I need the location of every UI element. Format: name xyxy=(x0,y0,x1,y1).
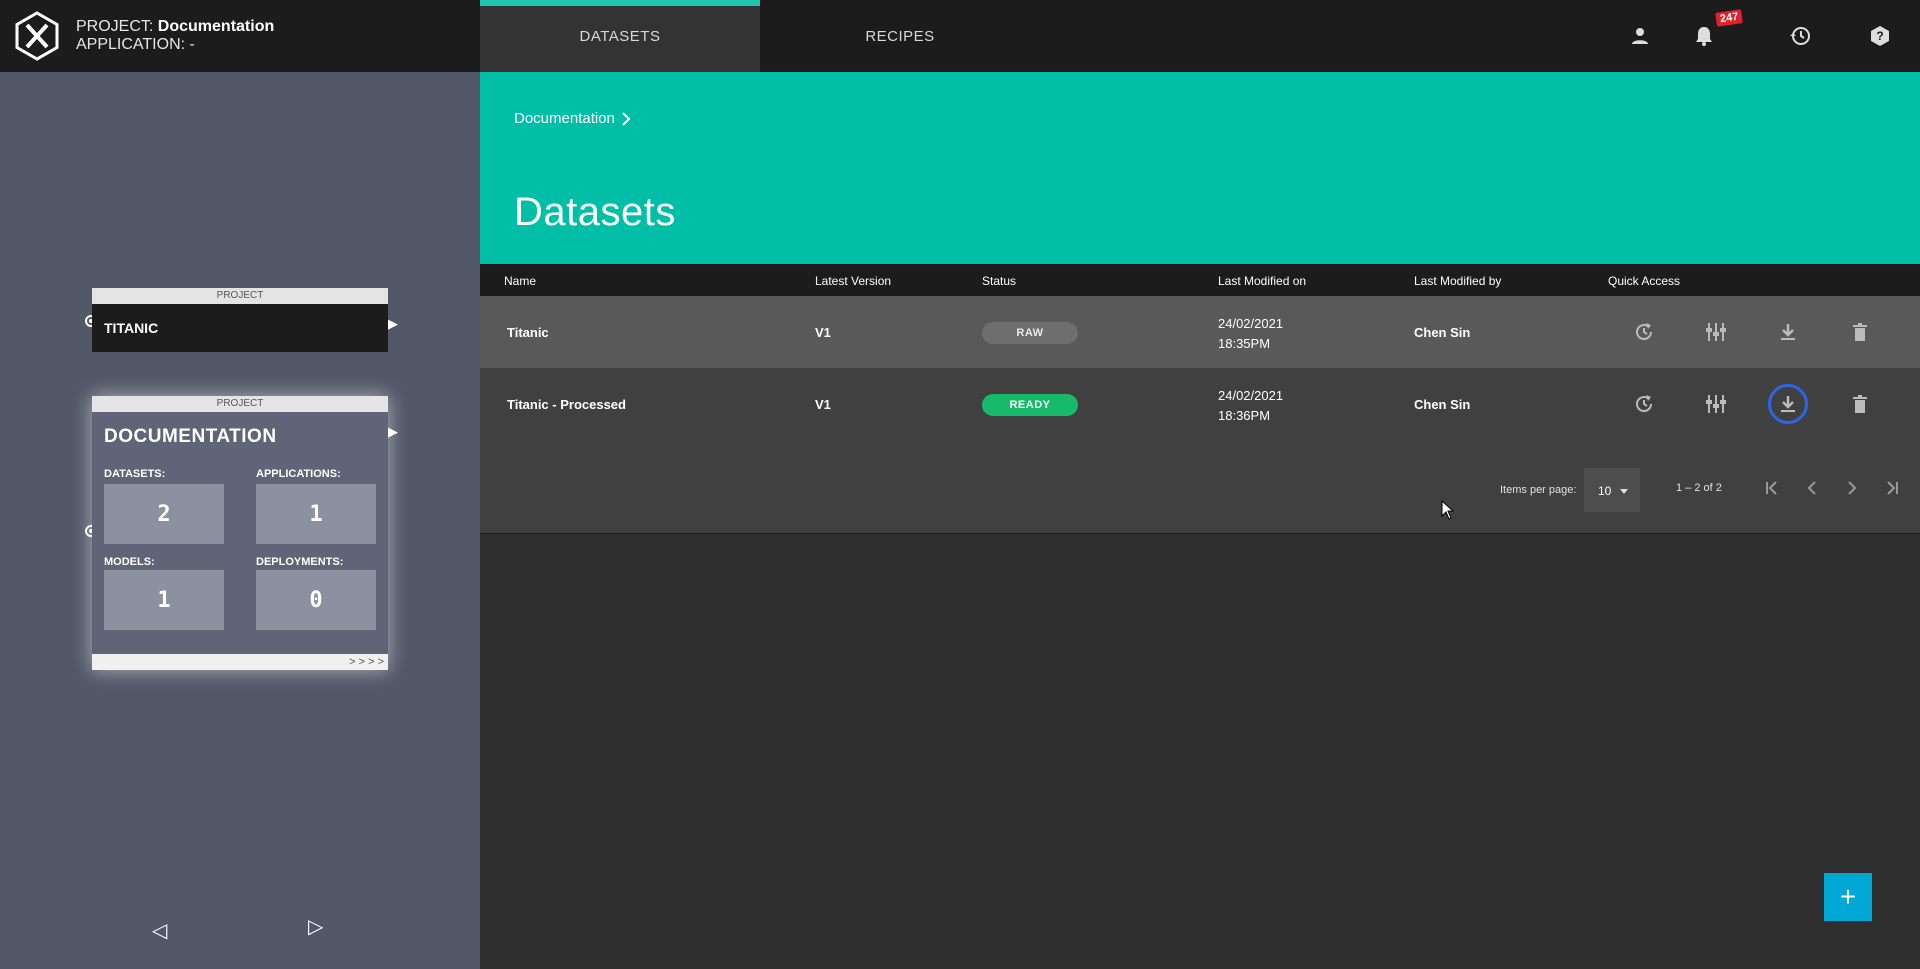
deployments-count: 0 xyxy=(256,570,376,630)
dataset-name[interactable]: Titanic xyxy=(507,325,549,340)
svg-text:?: ? xyxy=(1876,29,1883,43)
dataset-version: V1 xyxy=(815,397,831,412)
modified-date-time: 18:35PM xyxy=(1218,336,1271,351)
notification-badge: 247 xyxy=(1715,9,1744,27)
col-last-modified-by[interactable]: Last Modified by xyxy=(1414,274,1501,288)
titanic-project-node[interactable]: PROJECT TITANIC xyxy=(92,288,388,352)
node-title: DOCUMENTATION xyxy=(104,426,277,447)
last-page-icon[interactable] xyxy=(1880,476,1904,500)
prev-page-icon[interactable] xyxy=(1800,476,1824,500)
node-header: PROJECT xyxy=(92,396,388,412)
version-history-icon[interactable] xyxy=(1632,320,1656,344)
col-status[interactable]: Status xyxy=(982,274,1016,288)
modified-date-time: 18:36PM xyxy=(1218,408,1271,423)
node-title: TITANIC xyxy=(92,304,388,352)
version-history-icon[interactable] xyxy=(1632,392,1656,416)
models-count: 1 xyxy=(104,570,224,630)
table-row[interactable]: Titanic V1 RAW 24/02/2021 18:35PM Chen S… xyxy=(480,296,1920,368)
col-quick-access: Quick Access xyxy=(1608,274,1681,288)
breadcrumb[interactable]: Documentation xyxy=(514,110,631,127)
tab-recipes[interactable]: RECIPES xyxy=(760,0,1040,72)
node-output-arrow-icon[interactable]: ▶ xyxy=(388,425,400,438)
application-label: APPLICATION: xyxy=(76,36,186,53)
breadcrumb-item[interactable]: Documentation xyxy=(514,110,615,127)
datasets-label: DATASETS: xyxy=(104,468,166,480)
col-latest-version[interactable]: Latest Version xyxy=(815,274,891,288)
recipe-icon[interactable] xyxy=(1704,392,1728,416)
next-arrow-icon[interactable]: ▷ xyxy=(308,914,323,939)
download-icon[interactable] xyxy=(1768,384,1808,424)
table-header: Name Latest Version Status Last Modified… xyxy=(480,264,1920,296)
datasets-count: 2 xyxy=(104,484,224,544)
node-output-arrow-icon[interactable]: ▶ xyxy=(388,317,400,330)
col-last-modified-on[interactable]: Last Modified on xyxy=(1218,274,1306,288)
node-footer-arrows[interactable]: > > > > xyxy=(92,654,388,670)
node-header: PROJECT xyxy=(92,288,388,304)
delete-icon[interactable] xyxy=(1848,392,1872,416)
modified-by: Chen Sin xyxy=(1414,397,1471,412)
modified-date-day: 24/02/2021 xyxy=(1218,316,1284,331)
user-icon[interactable] xyxy=(1628,24,1652,48)
col-name[interactable]: Name xyxy=(504,274,536,288)
page-range: 1 – 2 of 2 xyxy=(1676,482,1722,494)
applications-count: 1 xyxy=(256,484,376,544)
modified-by: Chen Sin xyxy=(1414,325,1471,340)
recipe-icon[interactable] xyxy=(1704,320,1728,344)
status-badge: READY xyxy=(982,394,1078,416)
application-name: - xyxy=(189,36,195,53)
items-per-page-value[interactable]: 10 xyxy=(1598,484,1611,498)
applications-label: APPLICATIONS: xyxy=(256,468,341,480)
project-info: PROJECT: Documentation APPLICATION: - xyxy=(76,18,274,54)
models-label: MODELS: xyxy=(104,556,155,568)
page-header: Documentation Datasets xyxy=(480,72,1920,264)
first-page-icon[interactable] xyxy=(1760,476,1784,500)
prev-arrow-icon[interactable]: ◁ xyxy=(152,918,167,943)
datasets-table: Name Latest Version Status Last Modified… xyxy=(480,264,1920,534)
help-icon[interactable]: ? xyxy=(1868,24,1892,48)
dropdown-arrow-icon[interactable] xyxy=(1620,489,1628,494)
next-page-icon[interactable] xyxy=(1840,476,1864,500)
download-icon[interactable] xyxy=(1776,320,1800,344)
modified-date: 24/02/2021 18:36PM xyxy=(1218,386,1283,426)
modified-date: 24/02/2021 18:35PM xyxy=(1218,314,1283,354)
page-title: Datasets xyxy=(514,190,676,234)
dataset-name[interactable]: Titanic - Processed xyxy=(507,397,626,412)
project-name: Documentation xyxy=(157,18,275,35)
app-logo-icon[interactable] xyxy=(12,11,62,61)
add-dataset-button[interactable]: + xyxy=(1824,873,1872,921)
project-graph-panel: ▶ PROJECT TITANIC ▶ PROJECT DOCUMENTATIO… xyxy=(0,72,480,969)
documentation-project-node[interactable]: PROJECT DOCUMENTATION DATASETS: 2 APPLIC… xyxy=(92,396,388,670)
dataset-version: V1 xyxy=(815,325,831,340)
deployments-label: DEPLOYMENTS: xyxy=(256,556,344,568)
tab-datasets[interactable]: DATASETS xyxy=(480,0,760,72)
project-label: PROJECT: xyxy=(76,18,154,35)
top-bar: PROJECT: Documentation APPLICATION: - DA… xyxy=(0,0,1920,72)
mouse-cursor-icon xyxy=(1441,499,1455,520)
paginator: Items per page: 10 1 – 2 of 2 xyxy=(480,440,1920,534)
delete-icon[interactable] xyxy=(1848,320,1872,344)
status-badge: RAW xyxy=(982,322,1078,344)
focus-ring xyxy=(1768,384,1808,424)
history-icon[interactable] xyxy=(1788,24,1812,48)
chevron-right-icon xyxy=(622,111,631,126)
items-per-page-select[interactable]: 10 xyxy=(1584,468,1640,512)
items-per-page-label: Items per page: xyxy=(1500,484,1577,496)
table-row[interactable]: Titanic - Processed V1 READY 24/02/2021 … xyxy=(480,368,1920,440)
bell-icon[interactable] xyxy=(1692,24,1716,48)
modified-date-day: 24/02/2021 xyxy=(1218,388,1284,403)
